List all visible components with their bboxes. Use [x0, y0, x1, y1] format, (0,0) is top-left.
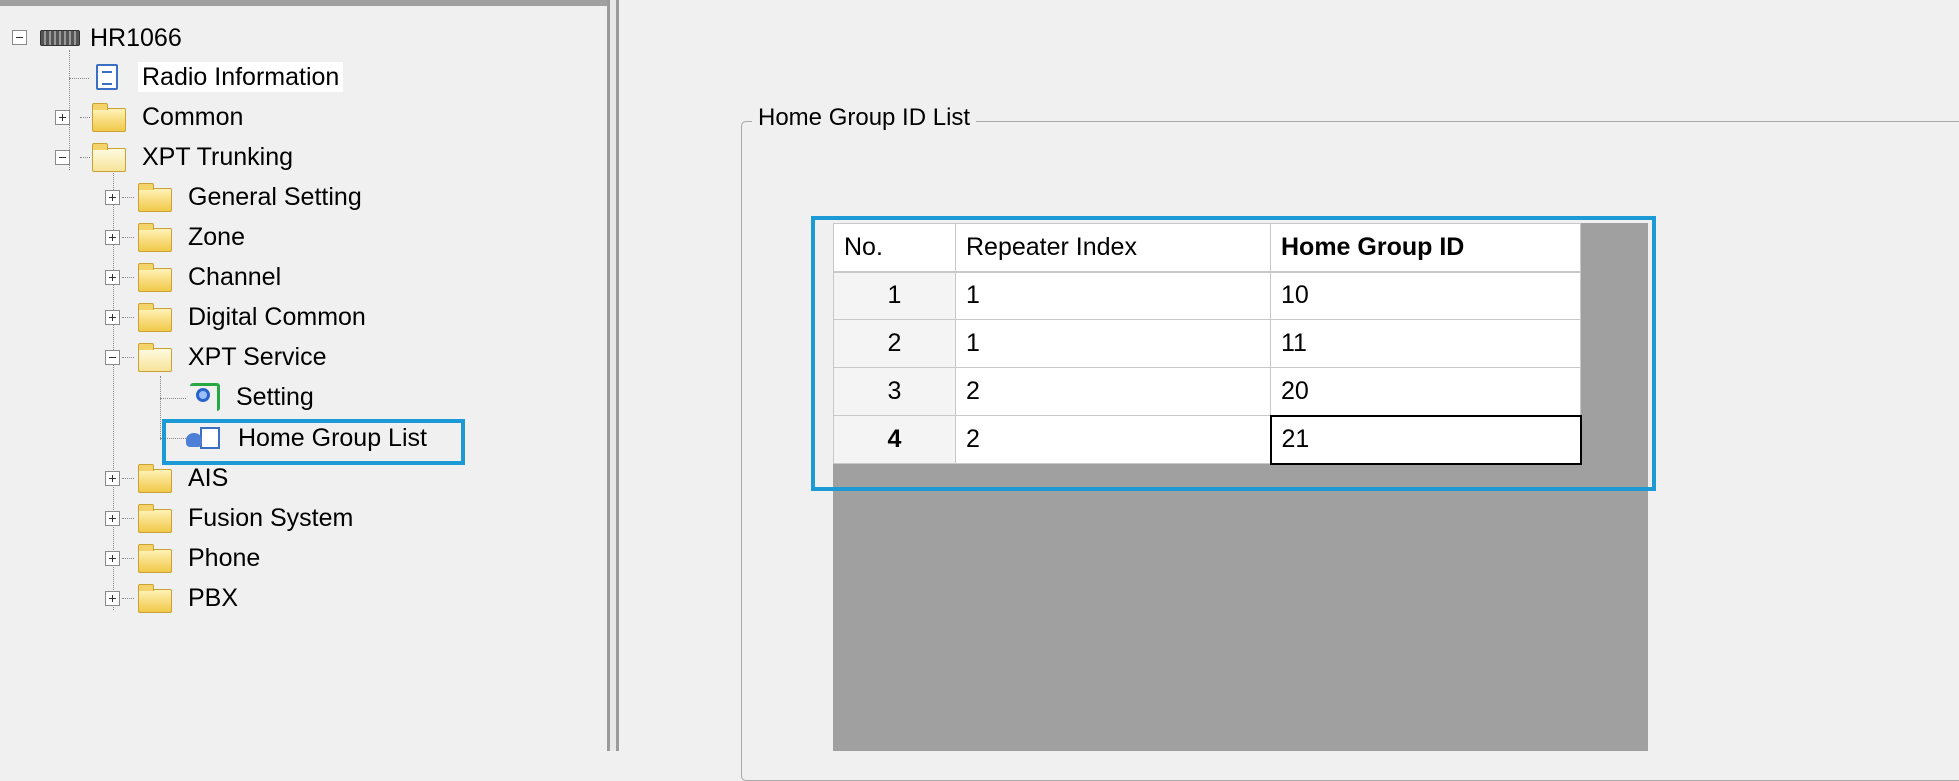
- expand-toggle[interactable]: [105, 511, 120, 526]
- tree-label: General Setting: [188, 183, 362, 211]
- tree-label: Radio Information: [138, 62, 344, 92]
- tree-item-pbx[interactable]: PBX: [138, 581, 242, 615]
- expand-toggle[interactable]: [105, 551, 120, 566]
- folder-icon: [138, 263, 172, 292]
- tree-item-radio-information[interactable]: Radio Information: [96, 60, 344, 94]
- expand-toggle[interactable]: [105, 310, 120, 325]
- folder-open-icon: [138, 343, 172, 372]
- folder-icon: [138, 303, 172, 332]
- expand-toggle[interactable]: [55, 110, 70, 125]
- tree-label: Channel: [188, 263, 282, 291]
- folder-icon: [138, 464, 172, 493]
- tree-item-zone[interactable]: Zone: [138, 220, 249, 254]
- tree-item-ais[interactable]: AIS: [138, 461, 232, 495]
- tree-label: XPT Trunking: [142, 143, 294, 171]
- tree-label: Common: [142, 103, 244, 131]
- tree-label: Fusion System: [188, 504, 354, 532]
- expand-toggle[interactable]: [105, 591, 120, 606]
- folder-icon: [138, 223, 172, 252]
- folder-open-icon: [92, 143, 126, 172]
- tree-item-digital-common[interactable]: Digital Common: [138, 300, 370, 334]
- group-list-icon: [186, 425, 220, 451]
- collapse-toggle[interactable]: [105, 350, 120, 365]
- expand-toggle[interactable]: [105, 190, 120, 205]
- content-panel: Home Group ID List No. Repeater Index Ho…: [619, 0, 1959, 781]
- setting-icon: [190, 383, 220, 411]
- tree-item-channel[interactable]: Channel: [138, 260, 285, 294]
- folder-icon: [138, 504, 172, 533]
- tree-root-hr1066[interactable]: HR1066: [36, 21, 186, 55]
- expand-toggle[interactable]: [105, 230, 120, 245]
- expand-toggle[interactable]: [105, 270, 120, 285]
- tree-label: HR1066: [90, 24, 182, 52]
- tree-item-home-group-list[interactable]: Home Group List: [186, 421, 431, 455]
- tree-label: Phone: [188, 544, 261, 572]
- folder-icon: [138, 183, 172, 212]
- expand-toggle[interactable]: [105, 471, 120, 486]
- panel-splitter[interactable]: [607, 0, 619, 751]
- tree-label: Zone: [188, 223, 245, 251]
- tree-label: AIS: [188, 464, 229, 492]
- navigation-tree: HR1066 Radio Information Common XPT Trun…: [0, 0, 607, 751]
- folder-icon: [138, 584, 172, 613]
- tree-item-general-setting[interactable]: General Setting: [138, 180, 366, 214]
- folder-icon: [138, 544, 172, 573]
- tree-item-common[interactable]: Common: [92, 100, 247, 134]
- tree-item-xpt-service[interactable]: XPT Service: [138, 340, 330, 374]
- tree-item-fusion-system[interactable]: Fusion System: [138, 501, 357, 535]
- tree-label: Digital Common: [188, 303, 366, 331]
- tree-label: PBX: [188, 584, 239, 612]
- tree-label: Setting: [236, 383, 314, 411]
- folder-icon: [92, 103, 126, 132]
- tree-item-phone[interactable]: Phone: [138, 541, 264, 575]
- tree-label: XPT Service: [188, 343, 327, 371]
- collapse-toggle[interactable]: [55, 150, 70, 165]
- radio-device-icon: [40, 30, 80, 46]
- groupbox-title: Home Group ID List: [752, 104, 977, 132]
- tree-item-xpt-trunking[interactable]: XPT Trunking: [92, 140, 297, 174]
- collapse-toggle[interactable]: [12, 30, 27, 45]
- document-icon: [96, 64, 118, 90]
- tree-label: Home Group List: [238, 424, 427, 452]
- tree-item-setting[interactable]: Setting: [190, 380, 318, 414]
- highlight-box-table: [811, 216, 1656, 491]
